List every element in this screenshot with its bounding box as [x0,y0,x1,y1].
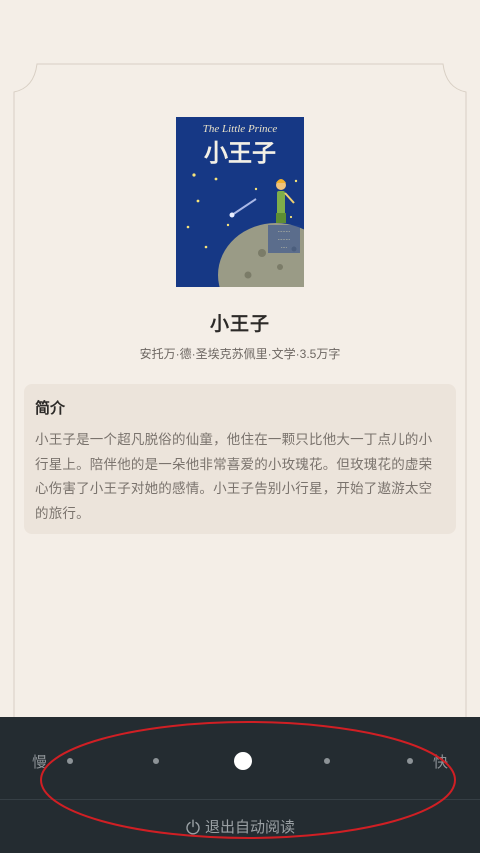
svg-text:····: ···· [281,245,288,251]
intro-card: 简介 小王子是一个超凡脱俗的仙童，他住在一颗只比他大一丁点儿的小 行星上。陪伴他… [24,384,456,534]
speed-level-2[interactable] [153,758,159,764]
intro-line: 的旅行。 [35,505,90,521]
intro-line: 行星上。陪伴他的是一朵他非常喜爱的小玫瑰花。但玫瑰花的虚荣 [35,456,433,472]
exit-auto-read-button[interactable]: 退出自动阅读 [0,800,480,853]
speed-level-5[interactable] [407,758,413,764]
svg-text:········: ········ [278,237,291,243]
auto-read-panel: 慢 快 退出自动阅读 [0,717,480,853]
intro-line: 心伤害了小王子对她的感情。小王子告别小行星，开始了遨游太空 [35,481,433,496]
cover-art: The Little Prince 小王子 ········ ········ … [176,117,304,287]
book-cover: The Little Prince 小王子 ········ ········ … [176,117,304,287]
svg-text:········: ········ [278,229,291,235]
book-title: 小王子 [209,314,270,335]
auto-read-screen: The Little Prince 小王子 ········ ········ … [0,0,480,853]
speed-level-4[interactable] [324,758,330,764]
intro-heading: 简介 [35,400,66,417]
speed-level-1[interactable] [67,758,73,764]
cover-english-title: The Little Prince [203,123,278,135]
intro-text: 小王子是一个超凡脱俗的仙童，他住在一颗只比他大一丁点儿的小 行星上。陪伴他的是一… [35,428,447,526]
intro-line: 小王子是一个超凡脱俗的仙童，他住在一颗只比他大一丁点儿的小 [35,432,433,447]
exit-auto-read-label: 退出自动阅读 [204,819,295,836]
speed-fast-label: 快 [433,754,449,771]
speed-slow-label: 慢 [32,754,48,771]
power-icon [186,819,200,835]
speed-selector: 慢 快 [0,717,480,799]
speed-level-3-selected[interactable] [234,752,252,770]
cover-chinese-title: 小王子 [204,139,276,167]
book-meta: 安托万·德·圣埃克苏佩里·文学·3.5万字 [139,347,341,361]
